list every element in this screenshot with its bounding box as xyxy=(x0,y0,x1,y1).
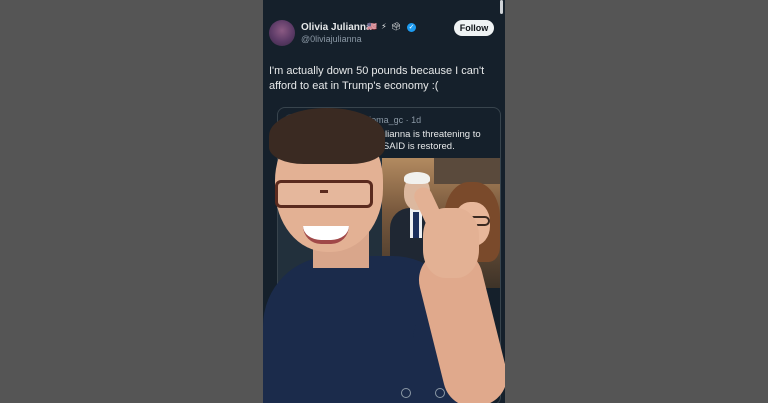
handle[interactable]: @0liviajulianna xyxy=(301,34,362,44)
verified-icon: ✓ xyxy=(407,23,416,32)
follow-button[interactable]: Follow xyxy=(454,20,494,36)
glasses-shape xyxy=(275,180,373,208)
reply-icon[interactable] xyxy=(401,388,411,398)
display-name[interactable]: Olivia Julianna xyxy=(301,22,372,33)
creator-overlay xyxy=(263,108,505,403)
avatar[interactable] xyxy=(269,20,295,46)
tweet-panel: Olivia Julianna 🇺🇸 ⚡ 🗳 ✓ @0liviajulianna… xyxy=(263,0,505,403)
share-icon[interactable] xyxy=(435,388,445,398)
hair-shape xyxy=(269,108,385,164)
tweet-text: I'm actually down 50 pounds because I ca… xyxy=(269,65,485,92)
name-emojis: 🇺🇸 ⚡ 🗳 xyxy=(367,22,403,31)
glasses-bridge-shape xyxy=(320,190,328,193)
scrollbar[interactable] xyxy=(500,0,503,14)
